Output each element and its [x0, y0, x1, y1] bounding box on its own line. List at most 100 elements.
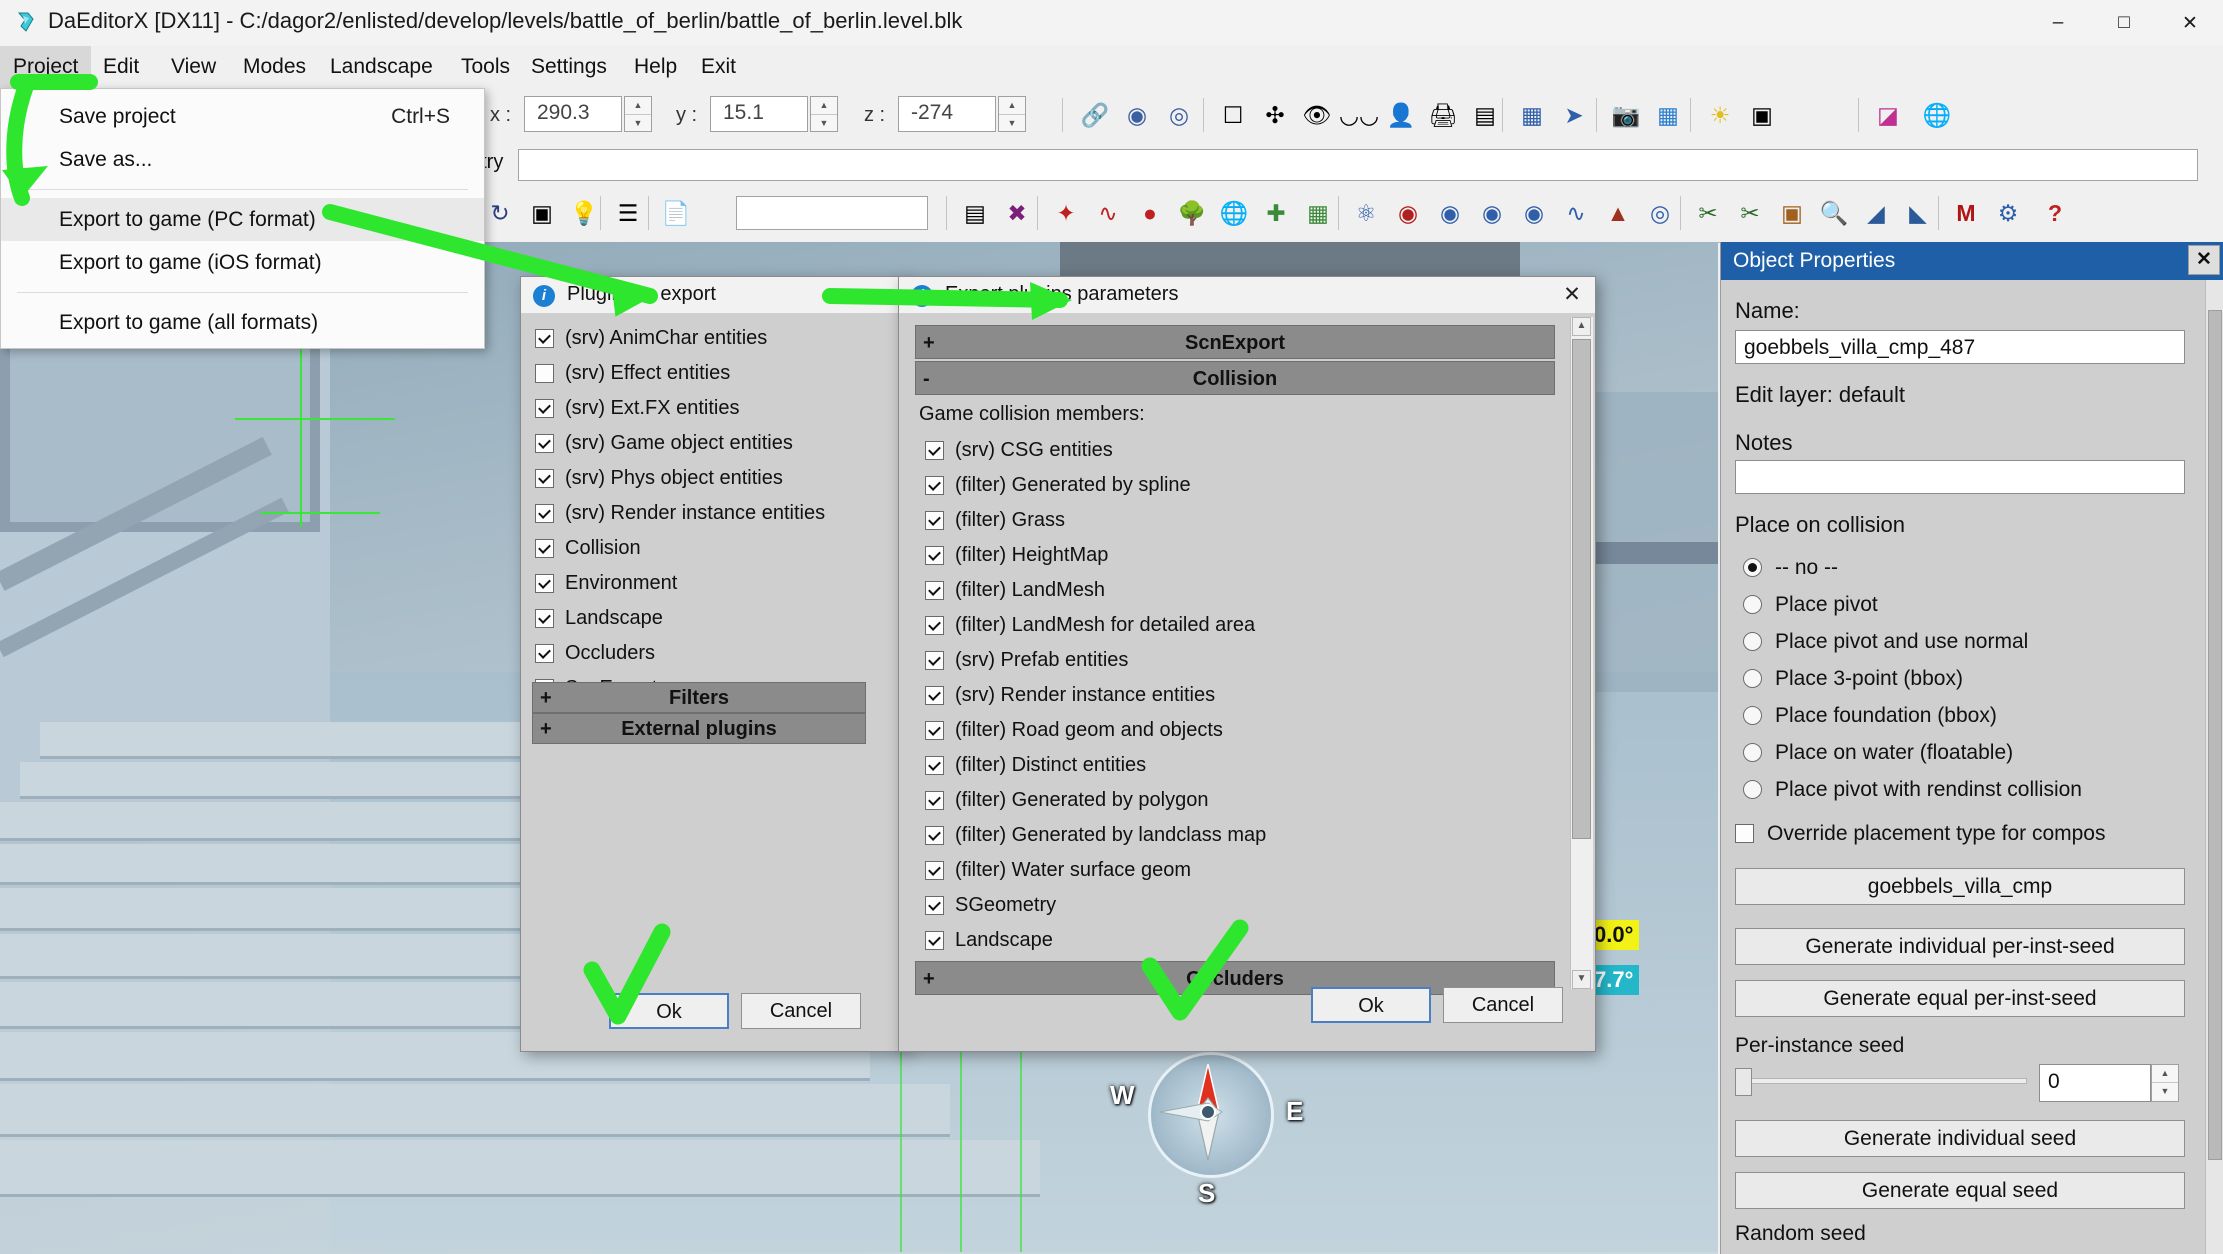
plugin-row[interactable]: (srv) Render instance entities: [529, 496, 869, 531]
sparkle-icon[interactable]: ✦: [1046, 192, 1086, 234]
plugin-row[interactable]: Collision: [529, 531, 869, 566]
external-plugins-group-button[interactable]: + External plugins: [532, 713, 866, 744]
select-box-icon[interactable]: ☐: [1213, 94, 1253, 136]
menu-edit[interactable]: Edit: [90, 46, 152, 88]
color-grid-icon[interactable]: ▦: [1648, 94, 1688, 136]
macro-m-icon[interactable]: M: [1946, 192, 1986, 234]
play-icon[interactable]: ➤: [1554, 94, 1594, 136]
collision-row[interactable]: (filter) HeightMap: [919, 538, 1559, 573]
menu-export-ios[interactable]: Export to game (iOS format): [1, 241, 484, 284]
sphere-red-icon[interactable]: ●: [1130, 192, 1170, 234]
asset-name-button[interactable]: goebbels_villa_cmp: [1735, 868, 2185, 905]
radio-place-water[interactable]: Place on water (floatable): [1741, 739, 2013, 767]
scroll-down-icon[interactable]: ▼: [1572, 970, 1591, 989]
checkbox-heightmap[interactable]: [925, 546, 944, 565]
panel-icon[interactable]: ▣: [1742, 94, 1782, 136]
generate-individual-per-inst-seed-button[interactable]: Generate individual per-inst-seed: [1735, 928, 2185, 965]
checkbox-landmesh[interactable]: [925, 581, 944, 600]
plugins-cancel-button[interactable]: Cancel: [741, 993, 861, 1029]
menu-help[interactable]: Help: [621, 46, 690, 88]
landclass-icon[interactable]: ▦: [1298, 192, 1338, 234]
help-question-icon[interactable]: ?: [2035, 192, 2075, 234]
object-properties-close-icon[interactable]: ✕: [2188, 245, 2220, 275]
circle3-icon[interactable]: ◉: [1430, 192, 1470, 234]
entity-input[interactable]: [518, 149, 2198, 181]
params-scroll-thumb[interactable]: [1572, 339, 1591, 839]
checkbox-landscape[interactable]: [535, 609, 554, 628]
checkbox-landscape-collision[interactable]: [925, 931, 944, 950]
globe-icon[interactable]: 🌐: [1917, 94, 1957, 136]
collision-group-button[interactable]: - Collision: [915, 361, 1555, 395]
mountain-icon[interactable]: ▲: [1598, 192, 1638, 234]
name-input[interactable]: goebbels_villa_cmp_487: [1735, 330, 2185, 364]
document-icon[interactable]: 📄: [656, 192, 696, 234]
circle2-icon[interactable]: ◉: [1388, 192, 1428, 234]
plugins-ok-button[interactable]: Ok: [609, 993, 729, 1029]
collision-row[interactable]: (filter) Water surface geom: [919, 853, 1559, 888]
sun-icon[interactable]: ☀: [1700, 94, 1740, 136]
menu-landscape[interactable]: Landscape: [317, 46, 446, 88]
checkbox-csg-entities[interactable]: [925, 441, 944, 460]
node-icon[interactable]: ✚: [1256, 192, 1296, 234]
radio-place-pivot[interactable]: Place pivot: [1741, 591, 1878, 619]
radio-place-pivot-normal[interactable]: Place pivot and use normal: [1741, 628, 2028, 656]
collision-row[interactable]: (filter) Generated by landclass map: [919, 818, 1559, 853]
checkbox-grass[interactable]: [925, 511, 944, 530]
snap-scale-icon[interactable]: ◎: [1159, 94, 1199, 136]
box-icon[interactable]: ▣: [1772, 192, 1812, 234]
checkbox-occluders[interactable]: [535, 644, 554, 663]
target-icon[interactable]: ◎: [1640, 192, 1680, 234]
checkbox-generated-polygon[interactable]: [925, 791, 944, 810]
camera-icon[interactable]: 📷: [1606, 94, 1646, 136]
checkbox-water-surface[interactable]: [925, 861, 944, 880]
circle1-icon[interactable]: ⚛: [1346, 192, 1386, 234]
scroll-up-icon[interactable]: ▲: [1572, 317, 1591, 336]
radio-place-3point[interactable]: Place 3-point (bbox): [1741, 665, 1963, 693]
checkbox-generated-spline[interactable]: [925, 476, 944, 495]
params-cancel-button[interactable]: Cancel: [1443, 987, 1563, 1023]
y-input[interactable]: 15.1: [710, 96, 808, 132]
magnet-icon[interactable]: 🔗: [1075, 94, 1115, 136]
circle4-icon[interactable]: ◉: [1472, 192, 1512, 234]
checkbox-renderinstance[interactable]: [535, 504, 554, 523]
z-stepper[interactable]: ▲ ▼: [998, 96, 1026, 132]
scroll-thumb[interactable]: [2208, 310, 2222, 1160]
measure2-icon[interactable]: ◣: [1898, 192, 1938, 234]
per-instance-seed-stepper[interactable]: ▲ ▼: [2151, 1064, 2179, 1102]
plugin-row[interactable]: (srv) Ext.FX entities: [529, 391, 869, 426]
collision-row[interactable]: (filter) LandMesh: [919, 573, 1559, 608]
menu-view[interactable]: View: [158, 46, 229, 88]
generate-individual-seed-button[interactable]: Generate individual seed: [1735, 1120, 2185, 1157]
checkbox-sgeometry[interactable]: [925, 896, 944, 915]
checkbox-environment[interactable]: [535, 574, 554, 593]
globe2-icon[interactable]: 🌐: [1214, 192, 1254, 234]
collision-row[interactable]: (srv) Prefab entities: [919, 643, 1559, 678]
menu-export-all[interactable]: Export to game (all formats): [1, 301, 484, 344]
params-scrollbar[interactable]: ▲ ▼: [1570, 317, 1593, 989]
collision-row[interactable]: (filter) LandMesh for detailed area: [919, 608, 1559, 643]
magnify-icon[interactable]: 🔍: [1814, 192, 1854, 234]
scnexport-group-button[interactable]: + ScnExport: [915, 325, 1555, 359]
notes-input[interactable]: [1735, 460, 2185, 494]
snap-angle-icon[interactable]: ◉: [1117, 94, 1157, 136]
stats-icon[interactable]: ▤: [1465, 94, 1505, 136]
tool-search-input[interactable]: [736, 196, 928, 230]
checkbox-collision[interactable]: [535, 539, 554, 558]
menu-tools[interactable]: Tools: [448, 46, 523, 88]
override-placement-checkbox[interactable]: Override placement type for compos: [1731, 820, 2105, 848]
spline-icon[interactable]: ∿: [1088, 192, 1128, 234]
radio-place-foundation[interactable]: Place foundation (bbox): [1741, 702, 1997, 730]
generate-equal-per-inst-seed-button[interactable]: Generate equal per-inst-seed: [1735, 980, 2185, 1017]
generate-equal-seed-button[interactable]: Generate equal seed: [1735, 1172, 2185, 1209]
grid-icon[interactable]: ▦: [1512, 94, 1552, 136]
plugin-row[interactable]: Occluders: [529, 636, 869, 671]
menu-settings[interactable]: Settings: [518, 46, 620, 88]
close-button[interactable]: ✕: [2157, 0, 2223, 46]
collision-row[interactable]: (filter) Road geom and objects: [919, 713, 1559, 748]
checkbox-physobject[interactable]: [535, 469, 554, 488]
list-select-icon[interactable]: ☰: [608, 192, 648, 234]
delete-icon[interactable]: ✖: [997, 192, 1037, 234]
collision-row[interactable]: (filter) Generated by polygon: [919, 783, 1559, 818]
y-stepper[interactable]: ▲ ▼: [810, 96, 838, 132]
menu-save-project[interactable]: Save project Ctrl+S: [1, 95, 484, 138]
